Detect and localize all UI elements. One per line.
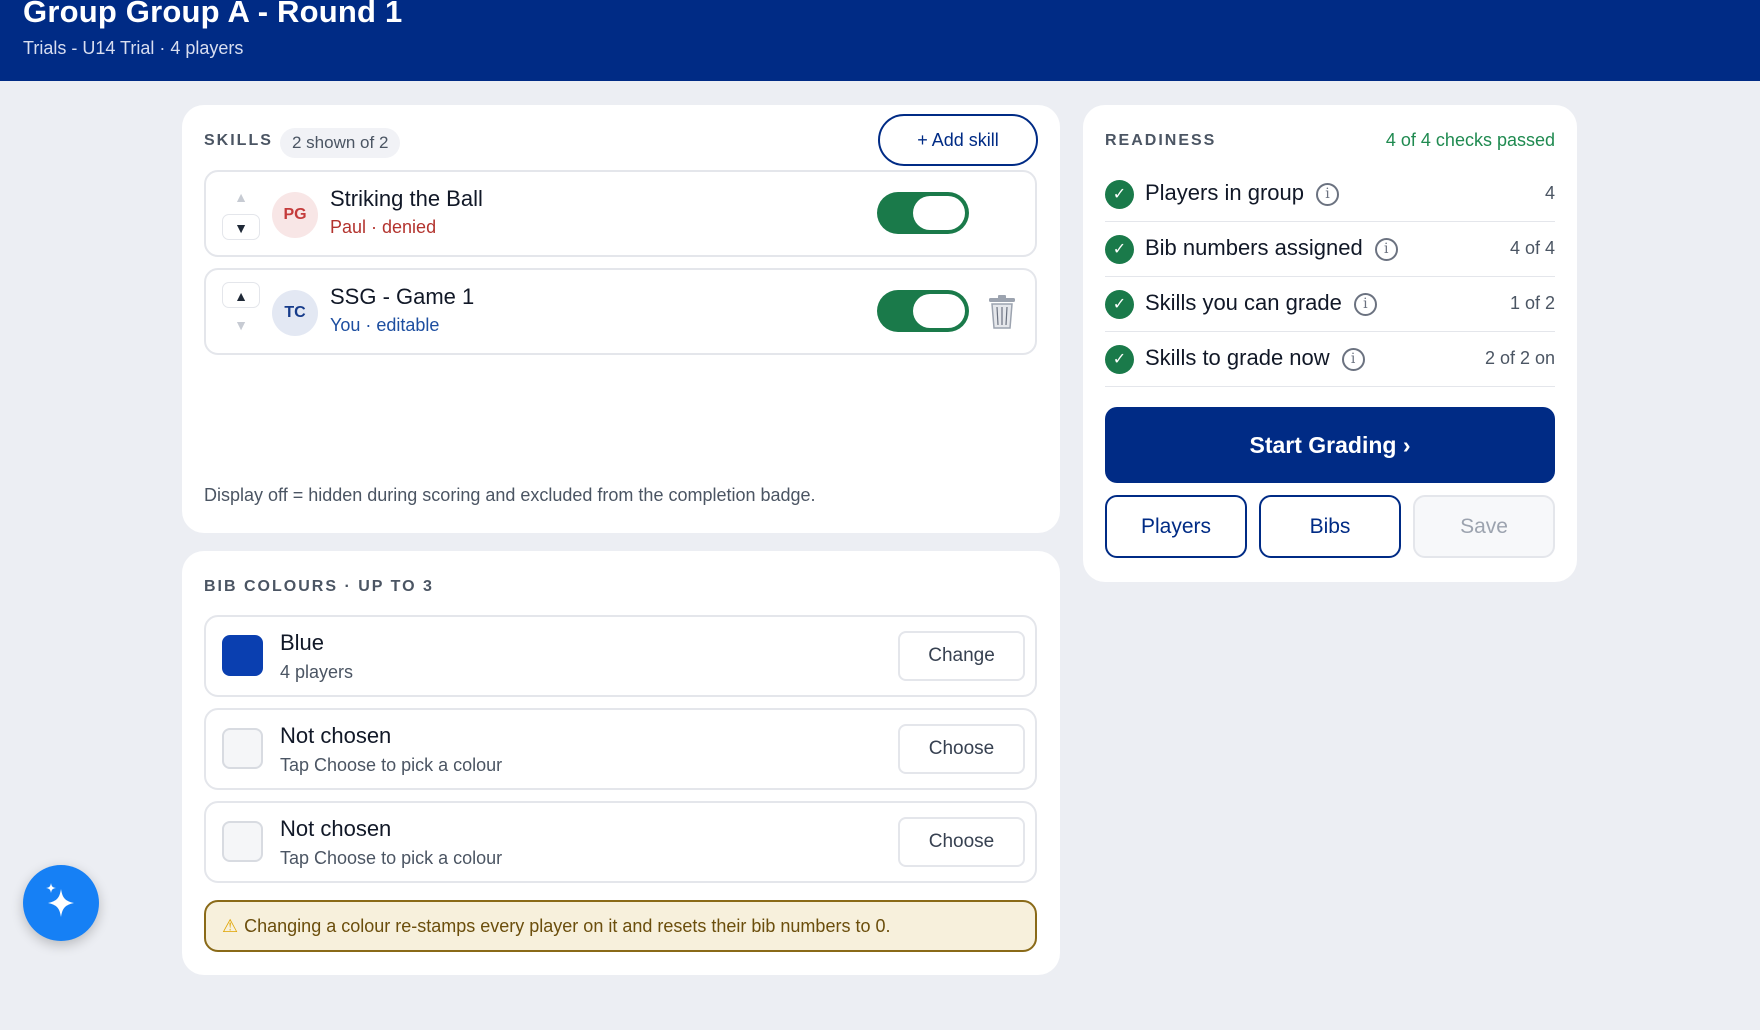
move-up-button[interactable]: ▲ [222, 282, 260, 308]
check-label: Skills you can grade [1145, 290, 1342, 315]
info-icon[interactable]: i [1341, 348, 1365, 371]
page-title: Group Group A - Round 1 [23, 0, 403, 29]
reorder-controls: ▲ ▼ [222, 282, 260, 342]
players-button[interactable]: Players [1105, 495, 1247, 558]
warning-text: Changing a colour re-stamps every player… [244, 916, 891, 936]
reorder-controls: ▲ ▼ [222, 184, 260, 244]
check-circle-icon: ✓ [1105, 290, 1134, 319]
check-row: ✓ Bib numbers assigned i 4 of 4 [1105, 222, 1555, 277]
sparkle-icon [46, 883, 74, 917]
bib-colours-card: BIB COLOURS · UP TO 3 Blue 4 players Cha… [182, 551, 1060, 975]
choose-colour-button[interactable]: Choose [898, 724, 1025, 774]
check-row: ✓ Skills to grade now i 2 of 2 on [1105, 332, 1555, 387]
bib-row: Blue 4 players Change [204, 615, 1037, 697]
display-note: Display off = hidden during scoring and … [204, 485, 816, 505]
check-value: 2 of 2 on [1484, 348, 1555, 368]
bib-sub: 4 players [280, 662, 354, 682]
check-value: 1 of 2 [1509, 293, 1555, 313]
info-icon[interactable]: i [1315, 183, 1339, 206]
bib-row: Not chosen Tap Choose to pick a colour C… [204, 801, 1037, 883]
bib-row: Not chosen Tap Choose to pick a colour C… [204, 708, 1037, 790]
check-circle-icon: ✓ [1105, 180, 1134, 209]
bibs-section-label: BIB COLOURS · UP TO 3 [204, 578, 434, 595]
toggle-knob [913, 294, 965, 328]
info-icon[interactable]: i [1353, 293, 1377, 316]
check-value: 4 of 4 [1509, 238, 1555, 258]
add-skill-button[interactable]: + Add skill [878, 114, 1038, 166]
readiness-card: READINESS 4 of 4 checks passed ✓ Players… [1083, 105, 1577, 582]
skill-meta: You · editable [330, 315, 440, 335]
readiness-status: 4 of 4 checks passed [1385, 130, 1555, 150]
check-label: Skills to grade now [1145, 345, 1330, 370]
warning-icon: ⚠ [222, 916, 239, 936]
bibs-button[interactable]: Bibs [1259, 495, 1401, 558]
skills-card: SKILLS 2 shown of 2 + Add skill ▲ ▼ PG S… [182, 105, 1060, 533]
skill-name: SSG - Game 1 [330, 284, 475, 309]
check-label: Players in group [1145, 180, 1304, 205]
move-down-button[interactable]: ▼ [222, 312, 260, 338]
bib-warning: ⚠ Changing a colour re-stamps every playe… [204, 900, 1037, 952]
toggle-knob [913, 196, 965, 230]
save-button[interactable]: Save [1413, 495, 1555, 558]
trash-icon[interactable] [986, 294, 1018, 330]
skills-count-badge: 2 shown of 2 [280, 128, 401, 158]
skill-meta: Paul · denied [330, 217, 437, 237]
colour-swatch [222, 728, 263, 769]
check-value: 4 [1544, 183, 1555, 203]
move-down-button[interactable]: ▼ [222, 214, 260, 240]
skills-section-label: SKILLS [204, 132, 273, 149]
change-colour-button[interactable]: Change [898, 631, 1025, 681]
bib-sub: Tap Choose to pick a colour [280, 848, 503, 868]
display-toggle[interactable] [877, 290, 969, 332]
bib-sub: Tap Choose to pick a colour [280, 755, 503, 775]
colour-swatch [222, 821, 263, 862]
check-label: Bib numbers assigned [1145, 235, 1363, 260]
skill-row: ▲ ▼ PG Striking the Ball Paul · denied [204, 170, 1037, 257]
display-toggle[interactable] [877, 192, 969, 234]
choose-colour-button[interactable]: Choose [898, 817, 1025, 867]
bib-name: Blue [280, 630, 325, 655]
check-row: ✓ Players in group i 4 [1105, 167, 1555, 222]
skill-name: Striking the Ball [330, 186, 483, 211]
bib-name: Not chosen [280, 723, 392, 748]
move-up-button[interactable]: ▲ [222, 184, 260, 210]
check-circle-icon: ✓ [1105, 235, 1134, 264]
bib-name: Not chosen [280, 816, 392, 841]
check-row: ✓ Skills you can grade i 1 of 2 [1105, 277, 1555, 332]
assistant-fab[interactable] [23, 865, 99, 941]
avatar: TC [272, 290, 318, 336]
page-subtitle: Trials - U14 Trial · 4 players [23, 38, 244, 58]
info-icon[interactable]: i [1374, 238, 1398, 261]
readiness-section-label: READINESS [1105, 132, 1217, 149]
app-header: Group Group A - Round 1 Trials - U14 Tri… [0, 0, 1760, 81]
check-circle-icon: ✓ [1105, 345, 1134, 374]
start-grading-button[interactable]: Start Grading › [1105, 407, 1555, 483]
skill-row: ▲ ▼ TC SSG - Game 1 You · editable [204, 268, 1037, 355]
colour-swatch [222, 635, 263, 676]
avatar: PG [272, 192, 318, 238]
